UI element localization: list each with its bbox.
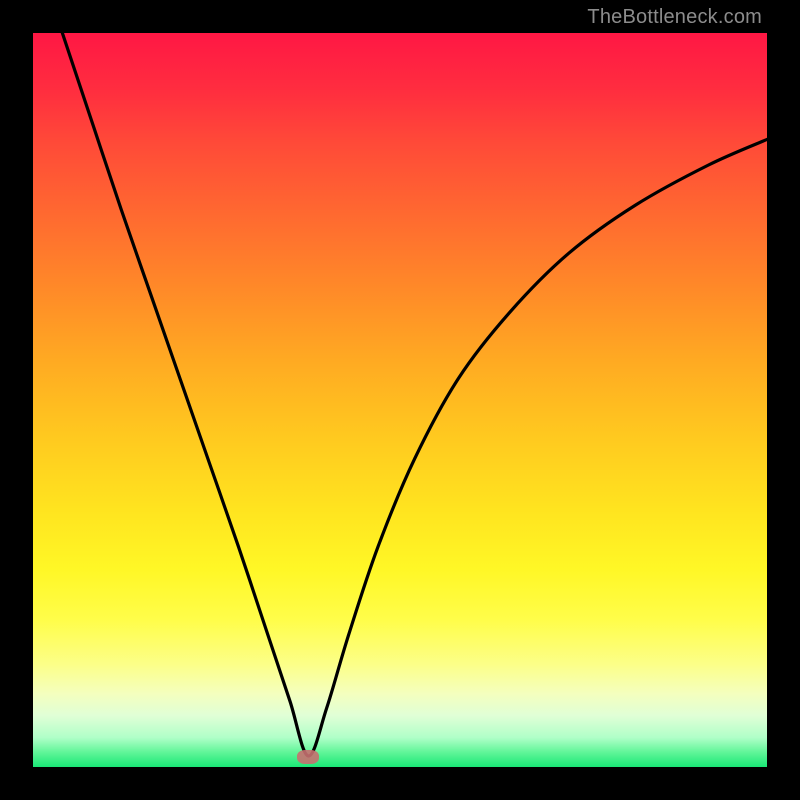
watermark-text: TheBottleneck.com [587,6,762,29]
chart-container: TheBottleneck.com [0,0,800,800]
curve-layer [33,33,767,767]
plot-area [33,33,767,767]
bottleneck-curve [62,33,767,756]
optimal-point-marker [297,750,319,764]
